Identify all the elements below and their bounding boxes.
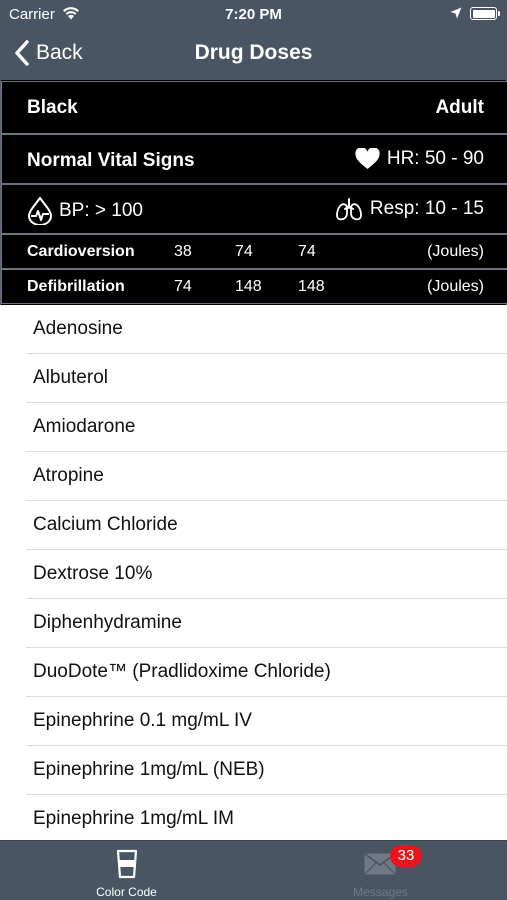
defibrillation-value: 148 [298, 278, 325, 295]
blood-pressure-value: BP: > 100 [59, 200, 143, 221]
drug-list-item[interactable]: Albuterol [26, 354, 507, 403]
color-age-row: Black Adult [1, 81, 507, 134]
cardioversion-value: 74 [235, 243, 253, 260]
tab-label: Color Code [96, 885, 157, 899]
cardioversion-row: Cardioversion 38 74 74 (Joules) [1, 234, 507, 269]
drug-list-item[interactable]: Diphenhydramine [26, 599, 507, 648]
cardioversion-label: Cardioversion [27, 243, 135, 260]
heart-rate: HR: 50 - 90 [355, 148, 484, 170]
tab-color-code[interactable]: Color Code [0, 841, 253, 900]
drug-list-item[interactable]: Atropine [26, 452, 507, 501]
drug-list-item[interactable]: Epinephrine 1mg/mL IM [26, 795, 507, 840]
drug-list-item[interactable]: Calcium Chloride [26, 501, 507, 550]
respiration: Resp: 10 - 15 [336, 197, 484, 221]
drug-list-item[interactable]: Epinephrine 1mg/mL (NEB) [26, 746, 507, 795]
cup-icon [116, 849, 138, 879]
vitals-title: Normal Vital Signs [27, 150, 195, 171]
heart-icon [355, 148, 380, 169]
drug-list-item[interactable]: Amiodarone [26, 403, 507, 452]
messages-badge: 33 [390, 845, 422, 867]
vitals-title-row: Normal Vital Signs HR: 50 - 90 [1, 134, 507, 184]
drug-list-item[interactable]: Adenosine [26, 305, 507, 354]
blood-drop-pulse-icon [27, 197, 53, 225]
lungs-icon [336, 198, 362, 221]
age-group: Adult [435, 97, 484, 118]
defibrillation-value: 148 [235, 278, 262, 295]
location-arrow-icon [450, 7, 462, 19]
drug-list-item[interactable]: Epinephrine 0.1 mg/mL IV [26, 697, 507, 746]
heart-rate-value: HR: 50 - 90 [386, 148, 484, 169]
status-bar: Carrier 7:20 PM [0, 0, 507, 30]
tab-messages[interactable]: 33 Messages [254, 841, 507, 900]
tab-label: Messages [353, 885, 408, 899]
defibrillation-label: Defibrillation [27, 278, 125, 295]
clock: 7:20 PM [225, 6, 282, 23]
defibrillation-value: 74 [174, 278, 192, 295]
color-name: Black [27, 97, 78, 118]
cardioversion-unit: (Joules) [427, 243, 484, 260]
battery-icon [470, 7, 500, 20]
drug-list[interactable]: Adenosine Albuterol Amiodarone Atropine … [0, 305, 507, 840]
bp-resp-row: BP: > 100 Resp: 10 - 15 [1, 184, 507, 234]
drug-list-item[interactable]: DuoDote™ (Pradlidoxime Chloride) [26, 648, 507, 697]
cardioversion-value: 74 [298, 243, 316, 260]
drug-list-item[interactable]: Dextrose 10% [26, 550, 507, 599]
blood-pressure: BP: > 100 [27, 197, 143, 225]
tab-bar: Color Code 33 Messages [0, 840, 507, 900]
defibrillation-unit: (Joules) [427, 278, 484, 295]
navigation-bar: Carrier 7:20 PM Back Drug Doses [0, 0, 507, 80]
page-title: Drug Doses [194, 41, 313, 64]
defibrillation-row: Defibrillation 74 148 148 (Joules) [1, 269, 507, 304]
cardioversion-value: 38 [174, 243, 192, 260]
respiration-value: Resp: 10 - 15 [369, 198, 484, 219]
patient-info-panel: Black Adult Normal Vital Signs HR: 50 - … [0, 80, 507, 305]
